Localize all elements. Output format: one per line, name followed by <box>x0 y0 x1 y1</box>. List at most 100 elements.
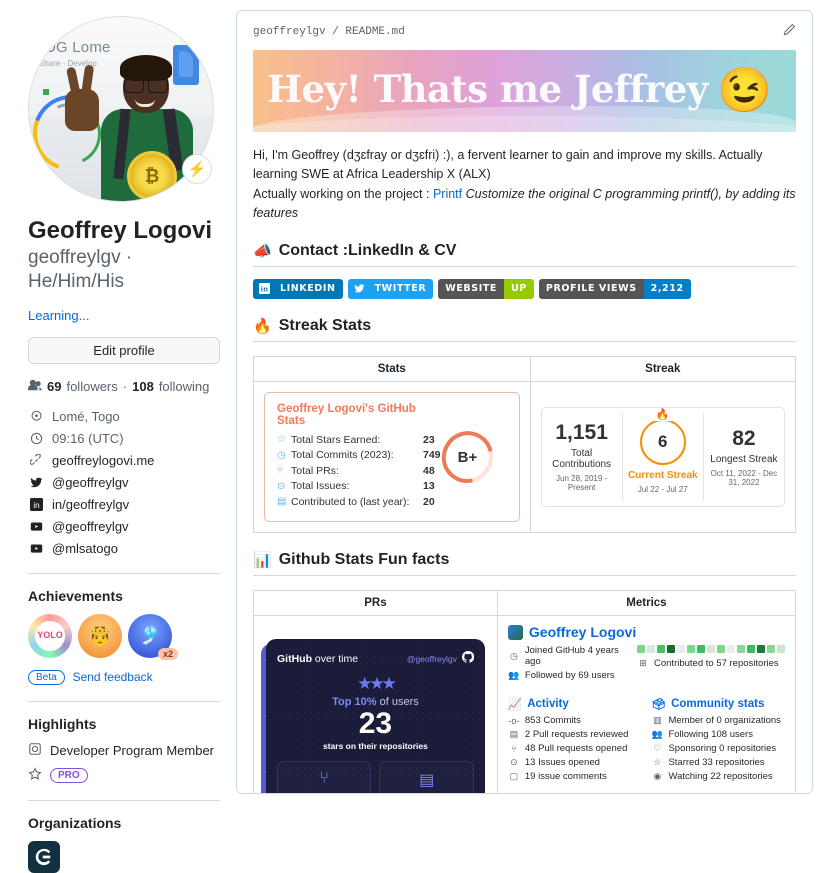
metrics-contributed-text: Contributed to 57 repositories <box>654 658 779 669</box>
quine-prs-box: ⑂ PRs created 48 92% merged <box>277 760 372 793</box>
stat-row-commits: ◷ Total Commits (2023): 749 <box>277 449 442 461</box>
meta-local-time-text: 09:16 (UTC) <box>52 431 124 446</box>
total-contributions-range: Jun 28, 2019 - Present <box>556 474 608 493</box>
stat-value: 20 <box>423 495 435 508</box>
stars-decoration-icon: ★★★ <box>357 674 397 694</box>
streak-stats-heading-text: Streak Stats <box>278 316 372 334</box>
metrics-activity-title: Activity <box>527 698 569 710</box>
metrics-top-columns: ◷ Joined GitHub 4 years ago 👥 Followed b… <box>508 645 785 684</box>
website-badge[interactable]: WEBSITE UP <box>438 278 534 299</box>
highlight-pro: PRO <box>28 766 220 784</box>
metrics-followed-by: 👥 Followed by 69 users <box>508 670 627 681</box>
metrics-starred: ☆ Starred 33 repositories <box>651 757 785 768</box>
meta-video-1[interactable]: @geoffreylgv <box>28 519 220 535</box>
followers-separator: · <box>122 378 128 394</box>
streak-card: 1,151 Total Contributions Jun 28, 2019 -… <box>540 406 785 507</box>
total-contributions-value: 1,151 <box>555 421 608 445</box>
profile-name: Geoffrey Logovi <box>28 217 213 244</box>
clock-icon: ◷ <box>509 650 518 661</box>
metrics-mid-columns: 📈 Activity -o- 853 Commits ▤ 2 Pull requ… <box>508 689 785 785</box>
table-row: GitHub over time @geoffreylgv ★★★ Top 10… <box>253 615 797 794</box>
meta-linkedin[interactable]: in in/geoffreylgv <box>28 497 220 513</box>
website-badge-label: WEBSITE <box>438 278 505 299</box>
total-contributions-column: 1,151 Total Contributions Jun 28, 2019 -… <box>542 415 622 498</box>
meta-twitter[interactable]: @geoffreylgv <box>28 475 220 491</box>
linkedin-badge[interactable]: in LINKEDIN <box>253 278 343 299</box>
quickdraw-badge[interactable]: 🎐 x2 <box>128 613 178 660</box>
contribution-square <box>757 645 765 653</box>
comment-icon: ▢ <box>509 771 519 781</box>
yolo-badge[interactable]: YOLO <box>28 613 72 658</box>
issue-icon: ⊙ <box>510 757 518 767</box>
quine-stars-label: stars on their repositories <box>323 740 428 751</box>
stat-row-issues: ⊙ Total Issues: 13 <box>277 480 442 492</box>
eye-icon: ◉ <box>653 771 662 781</box>
github-stats-body: Geoffrey Logovi's GitHub Stats ☆ Total S… <box>277 403 442 512</box>
bar-chart-icon: 📊 <box>253 552 272 569</box>
send-feedback-link[interactable]: Send feedback <box>73 670 153 684</box>
contact-heading: 📣 Contact :LinkedIn & CV <box>253 242 796 267</box>
location-icon <box>28 409 44 425</box>
followers-count[interactable]: 69 <box>47 379 61 394</box>
metrics-contributed: ⊞ Contributed to 57 repositories <box>637 658 785 669</box>
metrics-user[interactable]: Geoffrey Logovi <box>507 624 785 640</box>
people-icon: 👥 <box>651 729 664 739</box>
star-icon: ☆ <box>653 757 662 767</box>
intro-line-1: Hi, I'm Geoffrey (dʒɛfray or dʒɛfri) :),… <box>253 148 763 182</box>
highlight-developer-program-text: Developer Program Member <box>50 742 215 758</box>
activity-icon: 📈 <box>507 699 523 711</box>
twitter-badge[interactable]: TWITTER <box>347 278 434 299</box>
edit-profile-button[interactable]: Edit profile <box>28 336 220 364</box>
readme-intro: Hi, I'm Geoffrey (dʒɛfray or dʒɛfri) :),… <box>253 146 796 224</box>
funfacts-heading-text: Github Stats Fun facts <box>278 551 450 568</box>
metrics-following-text: Following 108 users <box>668 729 753 740</box>
beta-badge: Beta <box>28 669 65 685</box>
metrics-issue-comments: ▢ 19 issue comments <box>508 771 642 782</box>
pr-icon: ⑂ <box>319 769 330 787</box>
current-streak-label: Current Streak <box>628 470 698 482</box>
readme-header: geoffreylgv / README.md <box>253 23 796 40</box>
meta-video-2[interactable]: @mlsatogo <box>28 541 220 557</box>
profile-username: geoffreylgv · He/Him/His <box>28 246 220 294</box>
quine-boxes: ⑂ PRs created 48 92% merged ▤ Repos cont… <box>277 760 474 793</box>
pr-icon: ⑂ <box>277 465 283 476</box>
zap-icon[interactable]: ⚡ <box>182 154 212 184</box>
divider <box>28 572 220 574</box>
metrics-cell: Geoffrey Logovi ◷ Joined GitHub 4 years … <box>496 615 797 794</box>
metrics-commits: -o- 853 Commits <box>508 715 642 726</box>
metrics-issues-opened-text: 13 Issues opened <box>524 757 600 768</box>
quine-stars-value: 23 <box>358 707 393 741</box>
avatar-hair <box>120 55 172 81</box>
readme-path[interactable]: geoffreylgv / README.md <box>253 26 405 38</box>
badge-multiplier: x2 <box>157 647 178 660</box>
metrics-issues-opened: ⊙ 13 Issues opened <box>508 757 642 768</box>
column-header-metrics: Metrics <box>496 590 797 616</box>
avatar <box>507 624 523 640</box>
metrics-top-right: ⊞ Contributed to 57 repositories <box>637 645 785 684</box>
pencil-icon[interactable] <box>783 23 796 40</box>
pull-shark-badge[interactable]: 🤴 <box>78 613 122 658</box>
stat-label: Contributed to (last year): <box>291 495 410 508</box>
quine-card: GitHub over time @geoffreylgv ★★★ Top 10… <box>266 639 485 793</box>
username-separator: · <box>125 247 133 268</box>
contact-badges: in LINKEDIN TWITTER WEBSITE UP PROFILE V… <box>253 278 796 299</box>
following-count[interactable]: 108 <box>132 379 154 394</box>
org-avatar[interactable] <box>28 840 60 873</box>
metrics-community-title: Community stats <box>671 698 765 710</box>
meta-website[interactable]: geoffreylogovi.me <box>28 453 220 469</box>
streak-stats-table: Stats Streak Geoffrey Logovi's GitHub St… <box>253 355 797 533</box>
metrics-repositories-heading: ▤ 41 Repositories <box>508 793 785 794</box>
organizations-title: Organizations <box>28 814 122 831</box>
stat-value: 13 <box>423 480 435 492</box>
printf-link[interactable]: Printf <box>433 187 462 201</box>
quine-repos-box: ▤ Repos contributed to 34 3 this month <box>379 760 474 793</box>
longest-streak-label: Longest Streak <box>710 453 778 465</box>
twitter-badge-label: TWITTER <box>374 283 427 294</box>
contribution-square <box>657 645 665 653</box>
metrics-prs-reviewed-text: 2 Pull requests reviewed <box>524 729 629 740</box>
quine-header: GitHub over time @geoffreylgv <box>277 651 475 666</box>
highlight-developer-program: Developer Program Member <box>28 742 220 759</box>
column-header-stats: Stats <box>253 355 531 382</box>
profile-views-badge[interactable]: PROFILE VIEWS 2,212 <box>538 278 691 299</box>
repo-icon: ▤ <box>277 496 287 507</box>
